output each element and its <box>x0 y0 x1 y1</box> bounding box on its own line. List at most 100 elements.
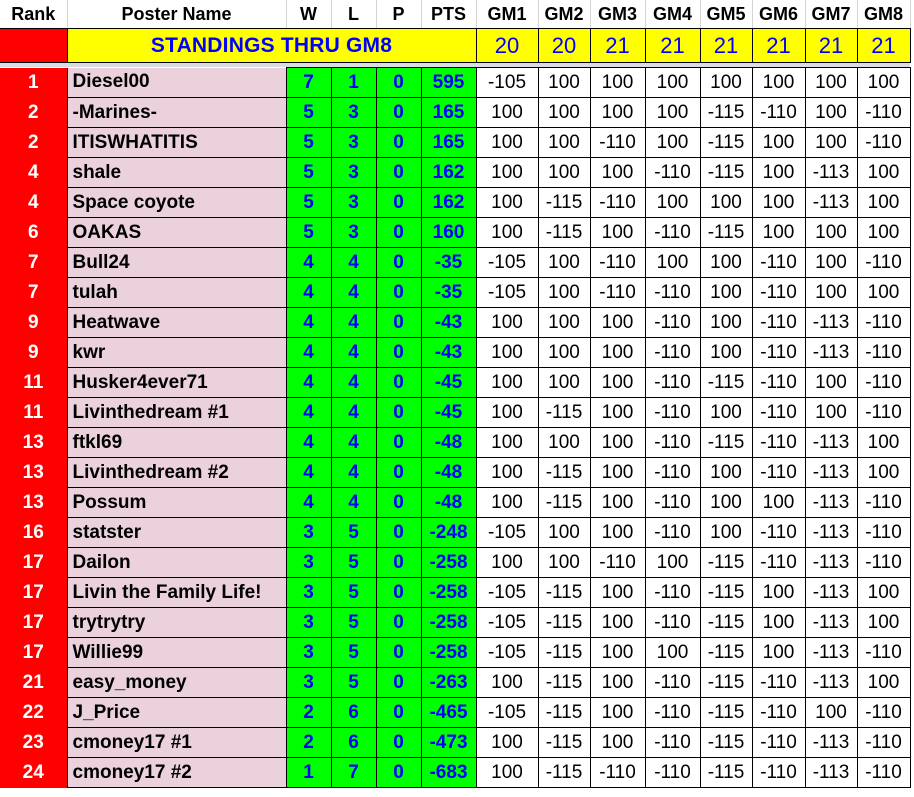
points-cell[interactable]: -258 <box>420 577 477 608</box>
gm8-cell[interactable]: -110 <box>856 367 911 398</box>
gm3-cell[interactable]: 100 <box>589 727 646 758</box>
poster-name-cell[interactable]: ftkl69 <box>66 427 287 458</box>
wins-cell[interactable]: 2 <box>285 727 332 758</box>
poster-name-cell[interactable]: shale <box>66 157 287 188</box>
gm7-cell[interactable]: -113 <box>804 457 858 488</box>
gm7-cell[interactable]: 100 <box>804 67 858 98</box>
gm4-cell[interactable]: 100 <box>644 97 701 128</box>
gm5-cell[interactable]: -115 <box>699 757 753 788</box>
gm2-cell[interactable]: -115 <box>537 187 591 218</box>
gm2-cell[interactable]: 100 <box>537 97 591 128</box>
losses-cell[interactable]: 7 <box>330 757 377 788</box>
gm7-cell[interactable]: 100 <box>804 127 858 158</box>
gm7-cell[interactable]: -113 <box>804 307 858 338</box>
gm6-cell[interactable]: 100 <box>751 217 806 248</box>
gm7-cell[interactable]: 100 <box>804 217 858 248</box>
gm8-cell[interactable]: 100 <box>856 217 911 248</box>
losses-cell[interactable]: 4 <box>330 397 377 428</box>
losses-cell[interactable]: 5 <box>330 517 377 548</box>
game-count-gm2[interactable]: 20 <box>537 28 591 63</box>
wins-cell[interactable]: 1 <box>285 757 332 788</box>
rank-cell[interactable]: 17 <box>0 577 68 608</box>
gm8-cell[interactable]: -110 <box>856 757 911 788</box>
gm6-cell[interactable]: 100 <box>751 67 806 98</box>
gm5-cell[interactable]: -115 <box>699 367 753 398</box>
gm8-cell[interactable]: -110 <box>856 697 911 728</box>
wins-cell[interactable]: 4 <box>285 337 332 368</box>
gm5-cell[interactable]: -115 <box>699 427 753 458</box>
gm2-cell[interactable]: 100 <box>537 67 591 98</box>
pushes-cell[interactable]: 0 <box>375 427 422 458</box>
gm6-cell[interactable]: -110 <box>751 757 806 788</box>
gm2-cell[interactable]: -115 <box>537 577 591 608</box>
pushes-cell[interactable]: 0 <box>375 187 422 218</box>
wins-cell[interactable]: 3 <box>285 517 332 548</box>
gm1-cell[interactable]: 100 <box>475 337 539 368</box>
gm7-cell[interactable]: -113 <box>804 547 858 578</box>
gm5-cell[interactable]: 100 <box>699 397 753 428</box>
gm1-cell[interactable]: -105 <box>475 247 539 278</box>
gm6-cell[interactable]: 100 <box>751 487 806 518</box>
gm4-cell[interactable]: -110 <box>644 427 701 458</box>
gm4-cell[interactable]: 100 <box>644 637 701 668</box>
points-cell[interactable]: -45 <box>420 397 477 428</box>
rank-cell[interactable]: 11 <box>0 397 68 428</box>
gm1-cell[interactable]: 100 <box>475 187 539 218</box>
gm6-cell[interactable]: -110 <box>751 457 806 488</box>
gm3-cell[interactable]: -110 <box>589 247 646 278</box>
gm8-cell[interactable]: -110 <box>856 517 911 548</box>
gm3-cell[interactable]: 100 <box>589 487 646 518</box>
gm6-cell[interactable]: -110 <box>751 367 806 398</box>
gm1-cell[interactable]: -105 <box>475 277 539 308</box>
gm4-cell[interactable]: -110 <box>644 697 701 728</box>
poster-name-cell[interactable]: Diesel00 <box>66 67 287 98</box>
gm7-cell[interactable]: 100 <box>804 97 858 128</box>
points-cell[interactable]: 160 <box>420 217 477 248</box>
wins-cell[interactable]: 4 <box>285 487 332 518</box>
pushes-cell[interactable]: 0 <box>375 217 422 248</box>
points-cell[interactable]: -473 <box>420 727 477 758</box>
gm6-cell[interactable]: 100 <box>751 157 806 188</box>
points-cell[interactable]: 165 <box>420 127 477 158</box>
pushes-cell[interactable]: 0 <box>375 667 422 698</box>
gm7-cell[interactable]: -113 <box>804 427 858 458</box>
gm6-cell[interactable]: -110 <box>751 547 806 578</box>
wins-cell[interactable]: 7 <box>285 67 332 98</box>
pushes-cell[interactable]: 0 <box>375 517 422 548</box>
poster-name-cell[interactable]: ITISWHATITIS <box>66 127 287 158</box>
losses-cell[interactable]: 3 <box>330 217 377 248</box>
gm8-cell[interactable]: -110 <box>856 487 911 518</box>
pushes-cell[interactable]: 0 <box>375 127 422 158</box>
header-losses[interactable]: L <box>331 0 377 29</box>
losses-cell[interactable]: 3 <box>330 157 377 188</box>
poster-name-cell[interactable]: Space coyote <box>66 187 287 218</box>
game-count-gm4[interactable]: 21 <box>644 28 701 63</box>
rank-cell[interactable]: 24 <box>0 757 68 788</box>
gm5-cell[interactable]: -115 <box>699 637 753 668</box>
gm2-cell[interactable]: -115 <box>537 457 591 488</box>
rank-cell[interactable]: 13 <box>0 457 68 488</box>
points-cell[interactable]: -48 <box>420 457 477 488</box>
poster-name-cell[interactable]: trytrytry <box>66 607 287 638</box>
gm8-cell[interactable]: -110 <box>856 97 911 128</box>
gm6-cell[interactable]: -110 <box>751 97 806 128</box>
gm5-cell[interactable]: -115 <box>699 127 753 158</box>
pushes-cell[interactable]: 0 <box>375 487 422 518</box>
rank-cell[interactable]: 11 <box>0 367 68 398</box>
game-count-gm8[interactable]: 21 <box>856 28 911 63</box>
wins-cell[interactable]: 5 <box>285 97 332 128</box>
game-count-gm3[interactable]: 21 <box>589 28 646 63</box>
gm6-cell[interactable]: 100 <box>751 637 806 668</box>
pushes-cell[interactable]: 0 <box>375 697 422 728</box>
points-cell[interactable]: -683 <box>420 757 477 788</box>
gm4-cell[interactable]: 100 <box>644 127 701 158</box>
gm8-cell[interactable]: -110 <box>856 337 911 368</box>
gm7-cell[interactable]: -113 <box>804 607 858 638</box>
gm8-cell[interactable]: -110 <box>856 727 911 758</box>
gm6-cell[interactable]: -110 <box>751 427 806 458</box>
pushes-cell[interactable]: 0 <box>375 337 422 368</box>
gm1-cell[interactable]: -105 <box>475 607 539 638</box>
gm7-cell[interactable]: 100 <box>804 247 858 278</box>
poster-name-cell[interactable]: easy_money <box>66 667 287 698</box>
gm1-cell[interactable]: 100 <box>475 667 539 698</box>
